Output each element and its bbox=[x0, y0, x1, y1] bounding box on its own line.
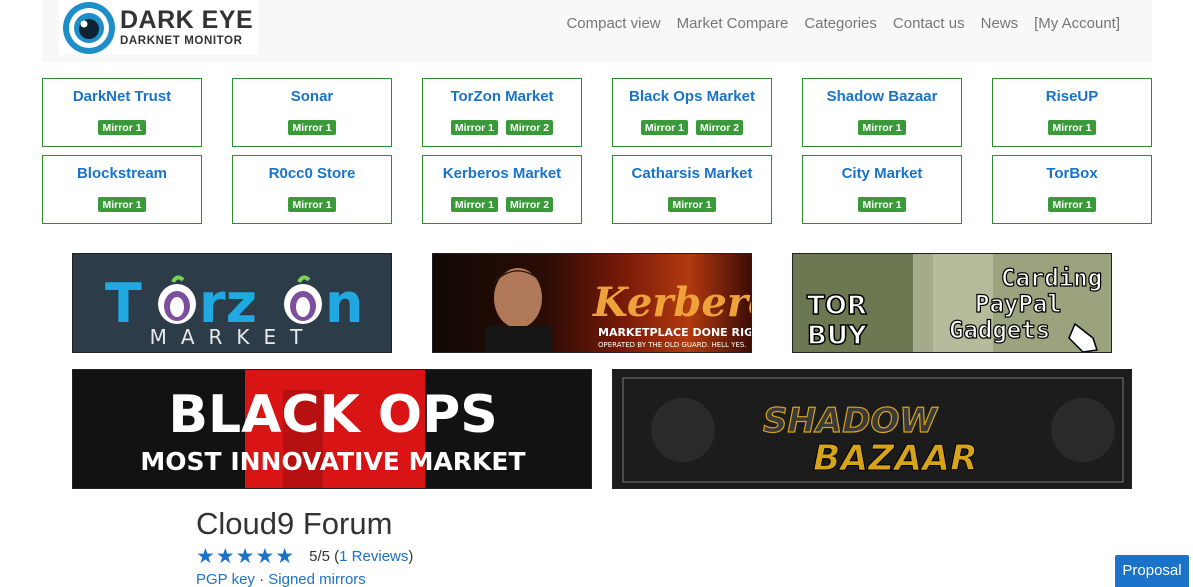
mirror-badge[interactable]: Mirror 1 bbox=[98, 120, 146, 135]
signed-mirrors-link[interactable]: Signed mirrors bbox=[268, 571, 366, 587]
nav-market-compare[interactable]: Market Compare bbox=[669, 15, 797, 33]
page: DARK EYE DARKNET MONITOR Compact view Ma… bbox=[0, 0, 1193, 587]
proposal-button[interactable]: Proposal bbox=[1115, 555, 1189, 587]
listing-title: Cloud9 Forum bbox=[196, 506, 393, 541]
mirror-list: Mirror 1 bbox=[43, 120, 201, 135]
market-card: DarkNet Trust Mirror 1 bbox=[42, 78, 202, 147]
market-card: Shadow Bazaar Mirror 1 bbox=[802, 78, 962, 147]
shadow-l2: BAZAAR bbox=[813, 438, 978, 479]
mirror-list: Mirror 1 bbox=[993, 197, 1151, 212]
torzon-sub: MARKET bbox=[150, 325, 317, 349]
market-card: Blockstream Mirror 1 bbox=[42, 155, 202, 224]
mirror-list: Mirror 1 bbox=[43, 197, 201, 212]
torbuy-l1: Carding bbox=[1001, 264, 1102, 292]
rating-text: 5/5 (1 Reviews) bbox=[309, 548, 414, 565]
site-logo[interactable]: DARK EYE DARKNET MONITOR bbox=[59, 0, 258, 55]
market-name-link[interactable]: Blockstream bbox=[43, 165, 201, 182]
mirror-badge[interactable]: Mirror 1 bbox=[1048, 120, 1096, 135]
top-nav: Compact view Market Compare Categories C… bbox=[558, 15, 1128, 33]
mirror-badge[interactable]: Mirror 1 bbox=[858, 120, 906, 135]
shadow-bazaar-banner[interactable]: SHADOW BAZAAR bbox=[612, 369, 1132, 489]
separator: · bbox=[259, 571, 265, 587]
market-name-link[interactable]: R0cc0 Store bbox=[233, 165, 391, 182]
mirror-list: Mirror 1 Mirror 2 bbox=[423, 120, 581, 135]
mirror-list: Mirror 1 bbox=[233, 197, 391, 212]
logo-subtitle: DARKNET MONITOR bbox=[120, 34, 243, 47]
mirror-badge[interactable]: Mirror 1 bbox=[1048, 197, 1096, 212]
mirror-list: Mirror 1 Mirror 2 bbox=[613, 120, 771, 135]
torbuy-tor: TOR bbox=[807, 291, 867, 321]
mirror-list: Mirror 1 bbox=[993, 120, 1151, 135]
kerberos-banner[interactable]: Kerberos MARKETPLACE DONE RIGHT. OPERATE… bbox=[432, 253, 752, 353]
mirror-badge[interactable]: Mirror 2 bbox=[506, 197, 554, 212]
key-links: PGP key · Signed mirrors bbox=[196, 572, 366, 587]
mirror-badge[interactable]: Mirror 1 bbox=[98, 197, 146, 212]
market-grid: DarkNet Trust Mirror 1 Sonar Mirror 1 TorZon… bbox=[42, 78, 1152, 224]
monero-coin-icon bbox=[1051, 398, 1115, 462]
market-card: TorZon Market Mirror 1 Mirror 2 bbox=[422, 78, 582, 147]
torbuy-l2: PayPal bbox=[975, 290, 1062, 318]
reviews-link[interactable]: 1 Reviews bbox=[339, 548, 408, 565]
nav-categories[interactable]: Categories bbox=[796, 15, 885, 33]
kerberos-line1: MARKETPLACE DONE RIGHT. bbox=[598, 326, 752, 339]
kerberos-line2: OPERATED BY THE OLD GUARD. HELL YES. bbox=[598, 341, 747, 349]
nav-contact-us[interactable]: Contact us bbox=[885, 15, 973, 33]
torzon-letter-t: T bbox=[105, 272, 142, 335]
mirror-list: Mirror 1 bbox=[803, 120, 961, 135]
rating-row: ★★★★★ 5/5 (1 Reviews) bbox=[196, 546, 413, 568]
market-name-link[interactable]: Shadow Bazaar bbox=[803, 88, 961, 105]
market-card: RiseUP Mirror 1 bbox=[992, 78, 1152, 147]
blackops-line2: MOST INNOVATIVE MARKET bbox=[140, 447, 525, 476]
torzon-letter-n: n bbox=[325, 272, 363, 335]
mirror-badge[interactable]: Mirror 1 bbox=[640, 120, 688, 135]
mirror-badge[interactable]: Mirror 2 bbox=[506, 120, 554, 135]
mirror-list: Mirror 1 bbox=[233, 120, 391, 135]
rating-score: 5/5 bbox=[309, 548, 330, 565]
mirror-badge[interactable]: Mirror 1 bbox=[450, 120, 498, 135]
market-name-link[interactable]: RiseUP bbox=[993, 88, 1151, 105]
mirror-badge[interactable]: Mirror 1 bbox=[858, 197, 906, 212]
nav-compact-view[interactable]: Compact view bbox=[558, 15, 668, 33]
market-name-link[interactable]: DarkNet Trust bbox=[43, 88, 201, 105]
logo-title: DARK EYE bbox=[120, 5, 254, 34]
nav-news[interactable]: News bbox=[973, 15, 1027, 33]
pgp-key-link[interactable]: PGP key bbox=[196, 571, 255, 587]
mirror-badge[interactable]: Mirror 1 bbox=[668, 197, 716, 212]
market-card: Kerberos Market Mirror 1 Mirror 2 bbox=[422, 155, 582, 224]
market-name-link[interactable]: Catharsis Market bbox=[613, 165, 771, 182]
market-card: City Market Mirror 1 bbox=[802, 155, 962, 224]
market-card: Sonar Mirror 1 bbox=[232, 78, 392, 147]
blackops-banner[interactable]: BLACK OPS MOST INNOVATIVE MARKET bbox=[72, 369, 592, 489]
torbuy-l3: Gadgets bbox=[949, 316, 1050, 344]
market-name-link[interactable]: TorBox bbox=[993, 165, 1151, 182]
market-card: Black Ops Market Mirror 1 Mirror 2 bbox=[612, 78, 772, 147]
mirror-list: Mirror 1 bbox=[803, 197, 961, 212]
shadow-l1: SHADOW bbox=[763, 401, 938, 441]
market-name-link[interactable]: City Market bbox=[803, 165, 961, 182]
market-name-link[interactable]: TorZon Market bbox=[423, 88, 581, 105]
star-rating-icon: ★★★★★ bbox=[196, 545, 296, 568]
blackops-line1: BLACK OPS bbox=[168, 385, 497, 445]
mirror-list: Mirror 1 Mirror 2 bbox=[423, 197, 581, 212]
market-name-link[interactable]: Sonar bbox=[233, 88, 391, 105]
bitcoin-coin-icon bbox=[651, 398, 715, 462]
market-name-link[interactable]: Kerberos Market bbox=[423, 165, 581, 182]
market-card: Catharsis Market Mirror 1 bbox=[612, 155, 772, 224]
mirror-badge[interactable]: Mirror 2 bbox=[696, 120, 744, 135]
kerberos-script: Kerberos bbox=[592, 279, 752, 326]
market-card: TorBox Mirror 1 bbox=[992, 155, 1152, 224]
market-card: R0cc0 Store Mirror 1 bbox=[232, 155, 392, 224]
torbuy-banner[interactable]: TOR BUY Carding PayPal Gadgets bbox=[792, 253, 1112, 353]
mirror-badge[interactable]: Mirror 1 bbox=[288, 197, 336, 212]
eye-logo-icon bbox=[62, 1, 116, 55]
mirror-badge[interactable]: Mirror 1 bbox=[288, 120, 336, 135]
torzon-banner[interactable]: T rz n MARKET bbox=[72, 253, 392, 353]
header: DARK EYE DARKNET MONITOR Compact view Ma… bbox=[42, 0, 1152, 62]
mirror-list: Mirror 1 bbox=[613, 197, 771, 212]
mirror-badge[interactable]: Mirror 1 bbox=[450, 197, 498, 212]
nav-my-account[interactable]: [My Account] bbox=[1026, 15, 1128, 33]
torbuy-buy: BUY bbox=[807, 321, 868, 351]
market-name-link[interactable]: Black Ops Market bbox=[613, 88, 771, 105]
